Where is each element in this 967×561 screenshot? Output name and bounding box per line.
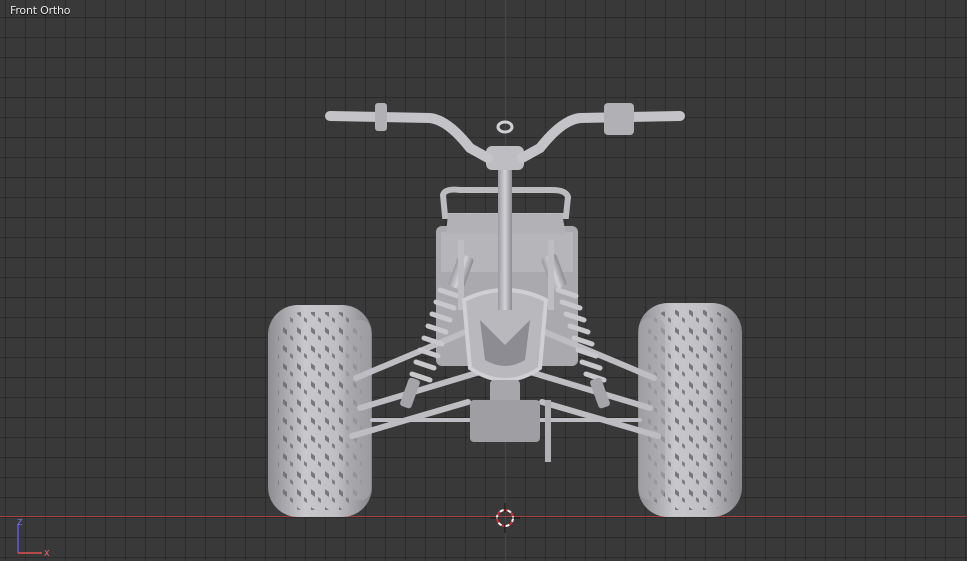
gizmo-z-label: Z	[17, 518, 23, 527]
gizmo-x-label: X	[44, 549, 50, 558]
3d-cursor-icon[interactable]	[490, 503, 520, 533]
3d-viewport[interactable]: Front Ortho Z X	[0, 0, 967, 561]
axis-gizmo-icon: Z X	[17, 518, 50, 558]
view-label: Front Ortho	[10, 4, 71, 17]
atv-model[interactable]	[0, 0, 967, 561]
front-right-tire	[638, 303, 742, 517]
front-left-tire	[268, 305, 372, 517]
